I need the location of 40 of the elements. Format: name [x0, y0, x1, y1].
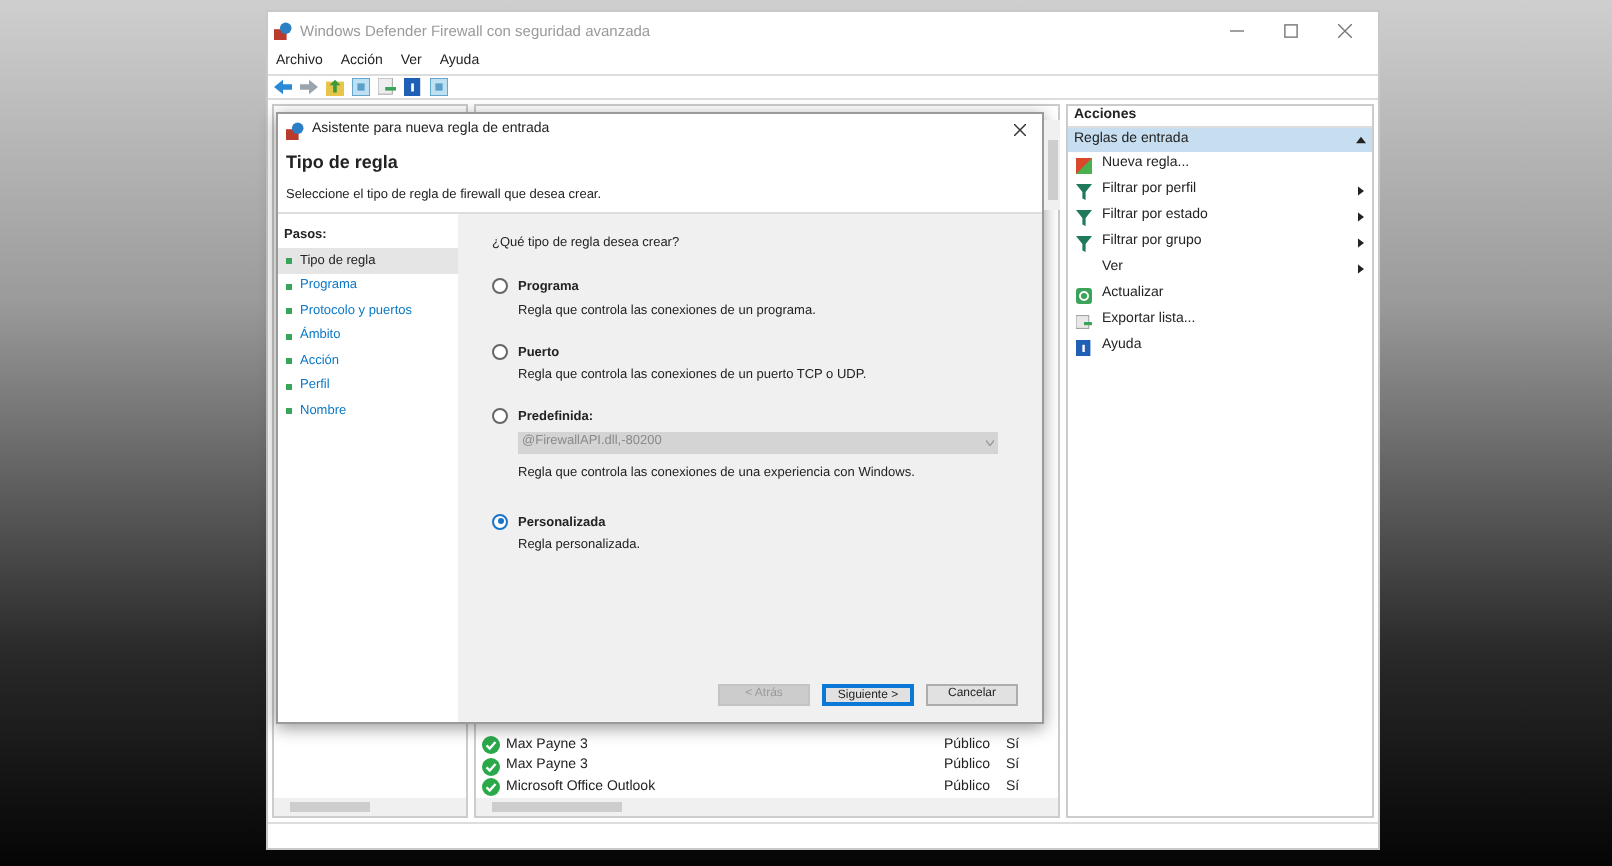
step-bullet-icon	[286, 408, 292, 414]
radio-button[interactable]	[492, 278, 508, 294]
submenu-arrow-icon	[1358, 238, 1364, 248]
firewall-icon	[274, 22, 292, 40]
step-bullet-icon	[286, 383, 292, 389]
step-bullet-icon	[286, 283, 292, 289]
dialog-heading: Tipo de regla	[286, 150, 400, 176]
export-icon	[1076, 313, 1092, 329]
maximize-icon[interactable]	[1284, 24, 1298, 38]
submenu-arrow-icon	[1358, 264, 1364, 274]
check-shield-icon	[482, 778, 500, 797]
vertical-scrollbar[interactable]	[1044, 120, 1060, 210]
panel-icon[interactable]	[350, 76, 372, 98]
radio-button[interactable]	[492, 408, 508, 424]
close-icon[interactable]	[1014, 124, 1026, 136]
check-shield-icon	[482, 757, 500, 776]
refresh-icon	[1076, 287, 1092, 303]
back-arrow-icon[interactable]	[272, 76, 294, 98]
step-bullet-icon	[286, 358, 292, 364]
export-icon[interactable]	[376, 76, 398, 98]
help-icon[interactable]	[402, 76, 424, 98]
submenu-arrow-icon	[1358, 186, 1364, 196]
folder-up-icon[interactable]	[324, 76, 346, 98]
horizontal-scrollbar[interactable]	[476, 798, 1058, 816]
collapse-icon[interactable]	[1356, 136, 1366, 144]
step-bullet-icon	[286, 258, 292, 264]
radio-button[interactable]	[492, 513, 508, 529]
step-bullet-icon	[286, 333, 292, 339]
check-shield-icon	[482, 736, 500, 755]
forward-arrow-icon[interactable]	[298, 76, 320, 98]
firewall-icon	[286, 121, 304, 139]
help-book-icon	[1076, 339, 1092, 355]
minimize-icon[interactable]	[1230, 24, 1244, 38]
radio-button[interactable]	[492, 343, 508, 359]
rule-icon	[1076, 157, 1092, 173]
step-bullet-icon	[286, 308, 292, 314]
dropdown-caret-icon	[986, 439, 994, 446]
panel-icon[interactable]	[428, 76, 450, 98]
horizontal-scrollbar[interactable]	[274, 798, 466, 816]
submenu-arrow-icon	[1358, 212, 1364, 222]
